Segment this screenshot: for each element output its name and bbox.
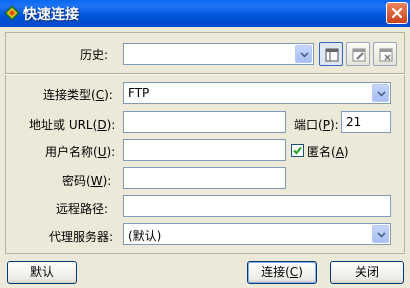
close-button[interactable]	[386, 2, 408, 24]
checkmark-icon	[293, 146, 302, 155]
panel-delete-icon	[379, 48, 393, 62]
port-value: 21	[346, 115, 362, 129]
password-label: 密码(W):	[62, 174, 112, 188]
chevron-down-icon[interactable]	[372, 84, 389, 102]
app-diamond-icon	[4, 5, 20, 21]
title-bar[interactable]: 快速连接	[0, 0, 410, 27]
username-label: 用户名称(U):	[45, 145, 116, 159]
connection-type-label: 连接类型(C):	[43, 88, 113, 102]
proxy-select[interactable]: (默认)	[123, 223, 391, 245]
connect-button[interactable]: 连接(C)	[247, 261, 317, 284]
delete-site-button[interactable]	[373, 42, 397, 66]
proxy-label: 代理服务器:	[49, 230, 114, 244]
remote-path-input[interactable]	[123, 195, 391, 217]
chevron-down-icon[interactable]	[372, 225, 389, 243]
address-label: 地址或 URL(D):	[29, 118, 116, 132]
close-x-icon	[391, 7, 403, 19]
password-input[interactable]	[123, 167, 286, 189]
edit-site-button[interactable]	[346, 42, 370, 66]
layout-toggle-button[interactable]	[319, 42, 343, 66]
history-dropdown[interactable]	[123, 43, 314, 65]
connection-type-value: FTP	[128, 86, 150, 100]
port-label: 端口(P):	[294, 118, 339, 132]
connection-type-select[interactable]: FTP	[123, 82, 391, 104]
port-input[interactable]: 21	[341, 111, 391, 133]
panel-layout-icon	[325, 48, 339, 62]
address-input[interactable]	[123, 111, 286, 133]
default-button[interactable]: 默认	[7, 261, 77, 284]
anonymous-label[interactable]: 匿名(A)	[307, 143, 349, 160]
anonymous-checkbox[interactable]	[291, 144, 304, 157]
remote-path-label: 远程路径:	[56, 202, 109, 216]
proxy-value: (默认)	[128, 229, 162, 243]
username-input[interactable]	[123, 139, 286, 161]
panel-edit-icon	[352, 48, 366, 62]
history-label: 历史:	[80, 48, 109, 62]
window-title: 快速连接	[23, 7, 79, 23]
close-dialog-button[interactable]: 关闭	[330, 261, 404, 284]
chevron-down-icon[interactable]	[295, 45, 312, 63]
separator	[5, 73, 405, 75]
